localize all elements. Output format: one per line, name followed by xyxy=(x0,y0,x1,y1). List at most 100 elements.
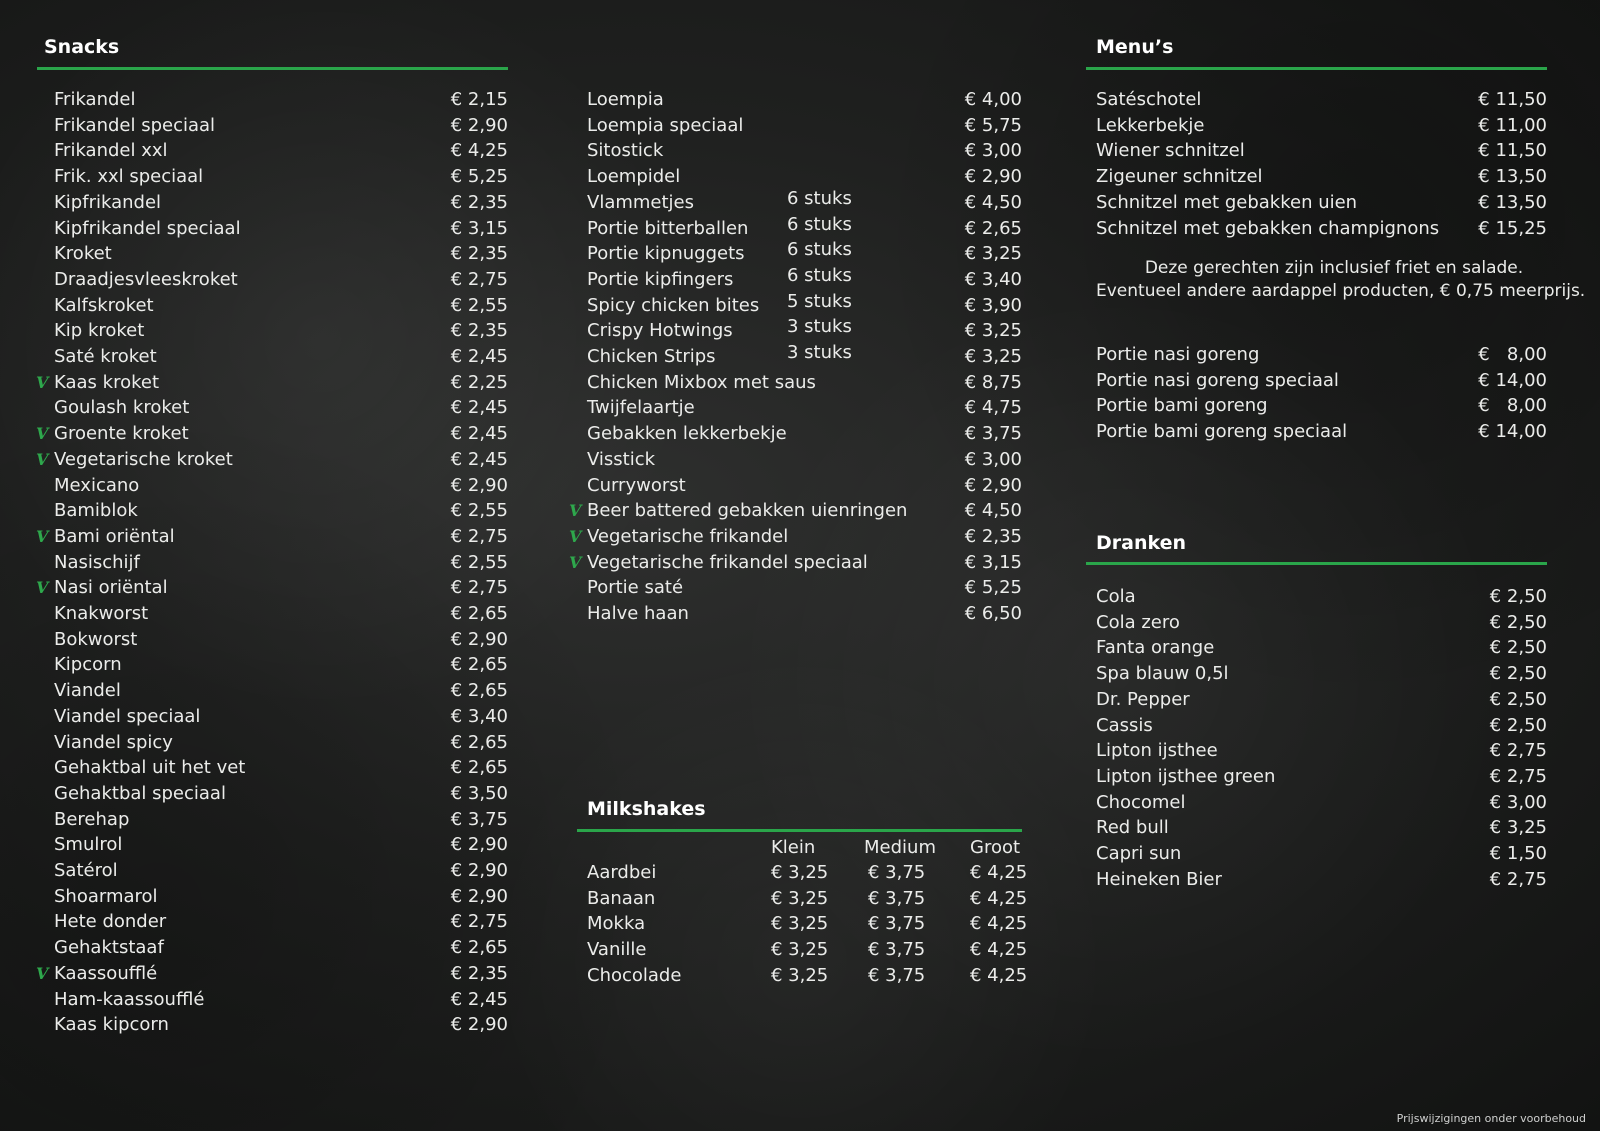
item-price: € 3,25 xyxy=(964,243,1022,265)
item-name: Loempia speciaal xyxy=(587,114,744,136)
milkshake-price: € 3,75 xyxy=(868,913,926,935)
milkshakes-title: Milkshakes xyxy=(587,798,706,820)
item-price: € 2,75 xyxy=(1489,765,1547,787)
item-name: Frikandel xxl xyxy=(54,140,168,162)
item-price: € 3,40 xyxy=(450,705,508,727)
item-name: Chicken Mixbox met saus xyxy=(587,371,816,393)
item-price: € 14,00 xyxy=(1478,369,1547,391)
item-name: Kaas kroket xyxy=(54,371,160,393)
menu-row: Chicken Mixbox met saus € 8,75 xyxy=(587,370,1022,395)
item-name: Vegetarische frikandel speciaal xyxy=(587,551,868,573)
item-name: Spicy chicken bites xyxy=(587,294,760,316)
item-name: Satéschotel xyxy=(1096,89,1202,110)
item-price: € 2,25 xyxy=(450,371,508,393)
item-name: Hete donder xyxy=(54,911,167,933)
item-name: Portie kipfingers xyxy=(587,268,734,290)
item-name: Lipton ijsthee xyxy=(1096,740,1218,762)
item-name: Capri sun xyxy=(1096,843,1182,864)
item-price: € 3,00 xyxy=(1489,791,1547,813)
menu-row: Bokworst € 2,90 xyxy=(54,627,508,652)
menu-row: Lekkerbekje € 11,00 xyxy=(1096,113,1547,138)
item-price: € 3,00 xyxy=(964,140,1022,162)
item-name: Heineken Bier xyxy=(1096,868,1222,890)
menu-row: Hete donder € 2,75 xyxy=(54,909,508,934)
snacks-divider xyxy=(37,67,508,70)
item-name: Lipton ijsthee green xyxy=(1096,765,1276,787)
item-price: € 13,50 xyxy=(1478,166,1547,188)
menu-row: Frikandel € 2,15 xyxy=(54,87,508,112)
menu-row: Bamiblok € 2,55 xyxy=(54,498,508,523)
item-price: € 2,35 xyxy=(450,320,508,342)
item-quantity: 6 stuks xyxy=(787,264,852,286)
item-price: € 2,75 xyxy=(450,577,508,599)
item-name: Portie bitterballen xyxy=(587,217,749,239)
item-name: Zigeuner schnitzel xyxy=(1096,166,1263,188)
milkshake-price: € 3,75 xyxy=(868,862,926,883)
vegetarian-icon: V xyxy=(36,449,49,469)
item-name: Twijfelaartje xyxy=(587,397,695,419)
item-name: Nasi oriëntal xyxy=(54,577,168,599)
item-price: € 2,65 xyxy=(450,757,508,779)
milkshake-price: € 3,25 xyxy=(771,964,829,986)
item-price: € 2,45 xyxy=(450,423,508,445)
item-price: € 2,45 xyxy=(450,346,508,367)
menu-row: Saté kroket € 2,45 xyxy=(54,344,508,369)
item-name: Cola xyxy=(1096,586,1136,607)
item-name: Gehaktbal uit het vet xyxy=(54,757,246,779)
item-name: Ham-kaassoufflé xyxy=(54,988,205,1010)
milkshake-price: € 4,25 xyxy=(970,913,1028,935)
item-name: Satérol xyxy=(54,860,118,881)
menu-row: Nasi oriëntal € 2,75 xyxy=(54,575,508,600)
footer-disclaimer: Prijswijzigingen onder voorbehoud xyxy=(1396,1112,1586,1125)
item-name: Red bull xyxy=(1096,817,1169,839)
item-name: Dr. Pepper xyxy=(1096,688,1190,710)
item-price: € 8,00 xyxy=(1478,344,1547,365)
item-price: € 2,50 xyxy=(1489,714,1547,736)
menu-row: Frik. xxl speciaal € 5,25 xyxy=(54,164,508,189)
dranken-title: Dranken xyxy=(1096,532,1187,554)
milkshake-price: € 3,75 xyxy=(868,939,926,961)
menu-row: Loempia speciaal € 5,75 xyxy=(587,113,1022,138)
item-name: Shoarmarol xyxy=(54,885,158,907)
menu-row: Vegetarische kroket € 2,45 xyxy=(54,447,508,472)
menu-row: Nasischijf € 2,55 xyxy=(54,550,508,575)
item-price: € 2,90 xyxy=(450,860,508,881)
item-price: € 2,90 xyxy=(450,885,508,907)
item-price: € 5,75 xyxy=(964,114,1022,136)
milkshake-price: € 3,25 xyxy=(771,887,829,909)
item-quantity: 5 stuks xyxy=(787,290,852,312)
item-name: Frikandel xyxy=(54,89,136,110)
item-price: € 15,25 xyxy=(1478,217,1547,239)
menu-row: Kaassoufflé € 2,35 xyxy=(54,961,508,986)
menu-row: Viandel € 2,65 xyxy=(54,678,508,703)
menu-row: Kipcorn € 2,65 xyxy=(54,652,508,677)
item-name: Sitostick xyxy=(587,140,664,162)
item-price: € 5,25 xyxy=(964,577,1022,599)
menu-row: Wiener schnitzel € 11,50 xyxy=(1096,138,1547,163)
menu-row: Kaas kipcorn € 2,90 xyxy=(54,1012,508,1037)
vegetarian-icon: V xyxy=(36,424,49,444)
milkshake-size-klein: Klein xyxy=(771,837,816,858)
menu-row: Beer battered gebakken uienringen € 4,50 xyxy=(587,498,1022,523)
item-name: Visstick xyxy=(587,448,656,470)
item-price: € 3,50 xyxy=(450,782,508,804)
milkshake-price: € 3,25 xyxy=(771,913,829,935)
item-name: Gebakken lekkerbekje xyxy=(587,423,787,445)
menu-row: Knakworst € 2,65 xyxy=(54,601,508,626)
menu-row: Groente kroket € 2,45 xyxy=(54,421,508,446)
item-price: € 3,00 xyxy=(964,448,1022,470)
item-price: € 2,75 xyxy=(450,268,508,290)
menu-row: Vegetarische frikandel € 2,35 xyxy=(587,524,1022,549)
item-name: Kroket xyxy=(54,243,112,265)
menu-row: Kalfskroket € 2,55 xyxy=(54,293,508,318)
item-price: € 2,45 xyxy=(450,988,508,1010)
item-name: Goulash kroket xyxy=(54,397,190,419)
menus-note-line2: Eventueel andere aardappel producten, € … xyxy=(1096,281,1586,301)
item-name: Viandel speciaal xyxy=(54,705,201,727)
item-price: € 2,65 xyxy=(450,654,508,676)
milkshake-price: € 3,25 xyxy=(771,939,829,961)
item-price: € 2,55 xyxy=(450,551,508,573)
item-price: € 2,75 xyxy=(1489,868,1547,890)
vegetarian-icon: V xyxy=(36,526,49,546)
item-price: € 3,75 xyxy=(450,808,508,830)
